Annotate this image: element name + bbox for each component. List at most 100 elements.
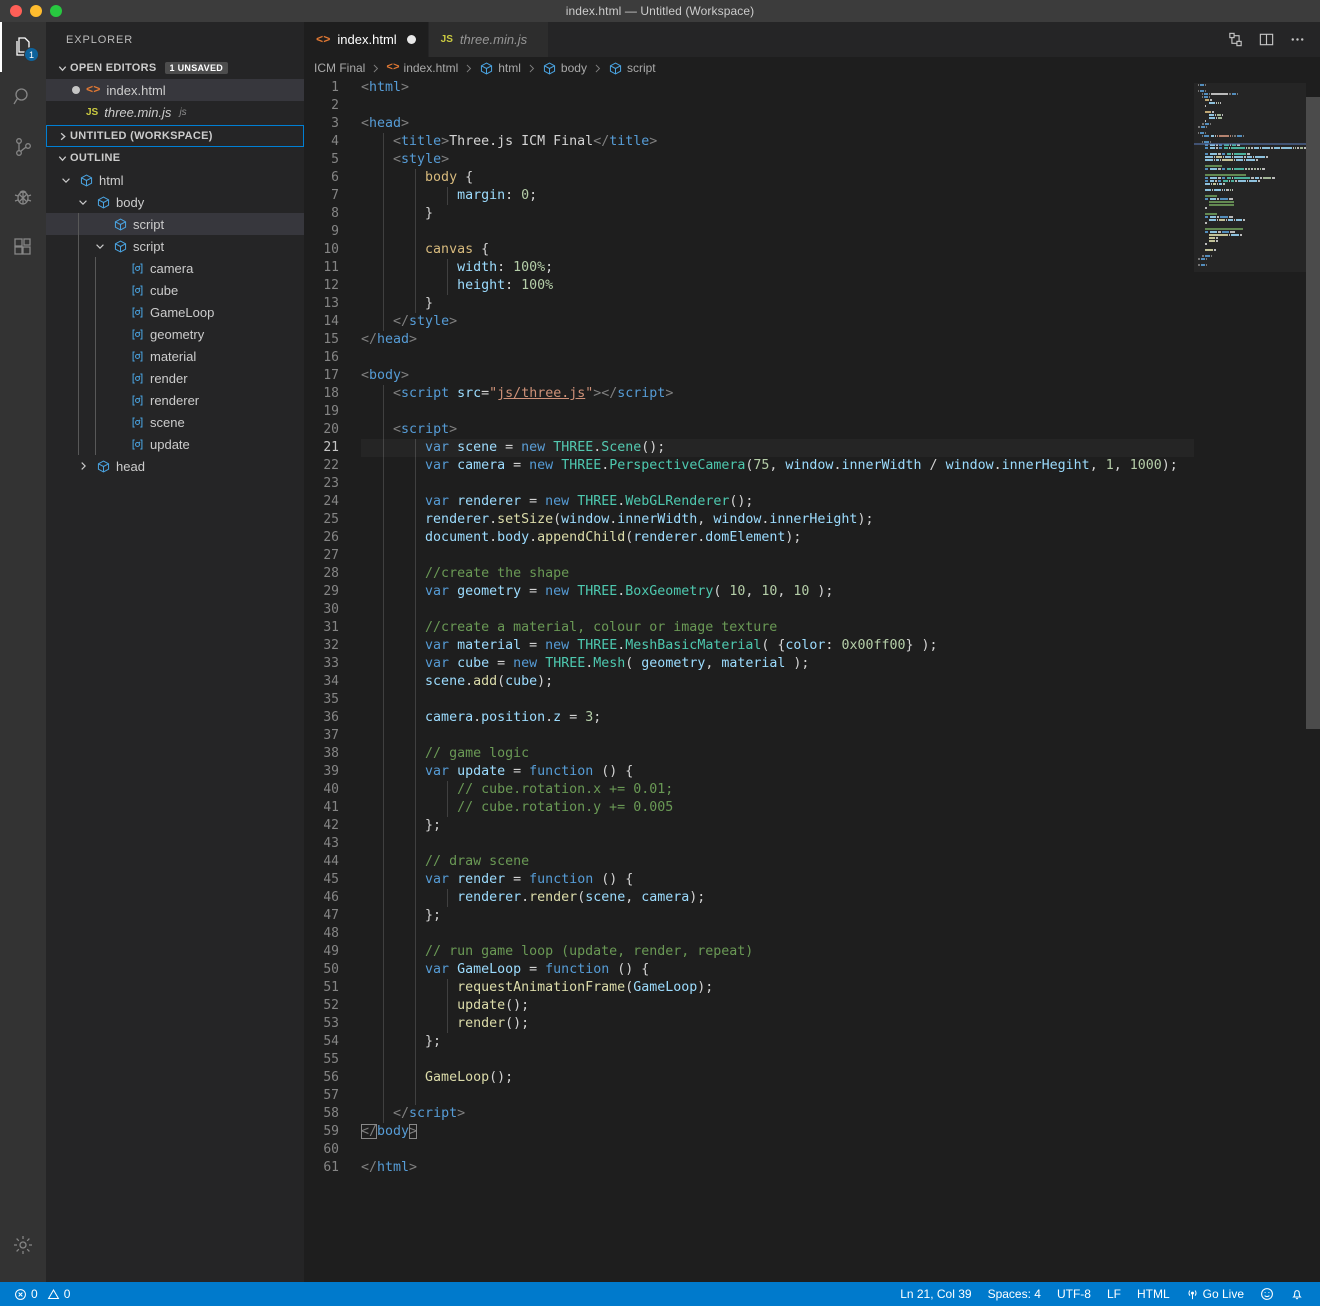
activity-search-icon[interactable] — [0, 72, 46, 122]
status-eol[interactable]: LF — [1099, 1282, 1129, 1306]
code-line[interactable]: 20 <script> — [304, 421, 1194, 439]
activity-extensions-icon[interactable] — [0, 222, 46, 272]
scrollbar-thumb[interactable] — [1306, 97, 1320, 729]
code-line[interactable]: 44 // draw scene — [304, 853, 1194, 871]
activity-manage-gear-icon[interactable] — [0, 1220, 46, 1270]
tab-three-min-js[interactable]: JS three.min.js — [428, 22, 549, 57]
code-line[interactable]: 3 <head> — [304, 115, 1194, 133]
breadcrumb-item-body[interactable]: body — [542, 61, 587, 76]
activity-run-debug-icon[interactable] — [0, 172, 46, 222]
outline-item-cube[interactable]: cube — [46, 279, 304, 301]
code-line[interactable]: 18 <script src="js/three.js"></script> — [304, 385, 1194, 403]
activity-source-control-icon[interactable] — [0, 122, 46, 172]
editor-vertical-scrollbar[interactable] — [1306, 79, 1320, 1282]
code-line[interactable]: 40 // cube.rotation.x += 0.01; — [304, 781, 1194, 799]
code-line[interactable]: 25 renderer.setSize(window.innerWidth, w… — [304, 511, 1194, 529]
status-go-live[interactable]: Go Live — [1178, 1282, 1252, 1306]
code-line[interactable]: 8 } — [304, 205, 1194, 223]
breadcrumb-item-html[interactable]: html — [479, 61, 521, 76]
code-line[interactable]: 11 width: 100%; — [304, 259, 1194, 277]
code-line[interactable]: 32 var material = new THREE.MeshBasicMat… — [304, 637, 1194, 655]
code-line[interactable]: 51 requestAnimationFrame(GameLoop); — [304, 979, 1194, 997]
outline-item-head[interactable]: head — [46, 455, 304, 477]
code-line[interactable]: 53 render(); — [304, 1015, 1194, 1033]
code-line[interactable]: 1 <html> — [304, 79, 1194, 97]
code-line[interactable]: 10 canvas { — [304, 241, 1194, 259]
code-line[interactable]: 6 body { — [304, 169, 1194, 187]
code-line[interactable]: 14 </style> — [304, 313, 1194, 331]
open-preview-icon[interactable] — [1227, 31, 1244, 48]
outline-item-geometry[interactable]: geometry — [46, 323, 304, 345]
code-line[interactable]: 37 — [304, 727, 1194, 745]
code-line[interactable]: 29 var geometry = new THREE.BoxGeometry(… — [304, 583, 1194, 601]
more-actions-icon[interactable] — [1289, 31, 1306, 48]
code-line[interactable]: 60 — [304, 1141, 1194, 1159]
code-line[interactable]: 2 — [304, 97, 1194, 115]
code-line[interactable]: 13 } — [304, 295, 1194, 313]
chevron-down-icon[interactable] — [93, 240, 107, 252]
minimap-slider[interactable] — [1194, 83, 1306, 272]
outline-item-material[interactable]: material — [46, 345, 304, 367]
minimap[interactable] — [1194, 79, 1306, 1282]
chevron-right-icon[interactable] — [76, 460, 90, 472]
open-editor-item-index-html[interactable]: <> index.html — [46, 79, 304, 101]
code-line[interactable]: 56 GameLoop(); — [304, 1069, 1194, 1087]
activity-explorer-icon[interactable]: 1 — [0, 22, 46, 72]
status-encoding[interactable]: UTF-8 — [1049, 1282, 1099, 1306]
code-line[interactable]: 9 — [304, 223, 1194, 241]
code-line[interactable]: 61 </html> — [304, 1159, 1194, 1177]
code-line[interactable]: 48 — [304, 925, 1194, 943]
code-line[interactable]: 31 //create a material, colour or image … — [304, 619, 1194, 637]
code-line[interactable]: 28 //create the shape — [304, 565, 1194, 583]
code-line[interactable]: 21 var scene = new THREE.Scene(); — [304, 439, 1194, 457]
code-line[interactable]: 42 }; — [304, 817, 1194, 835]
code-line[interactable]: 26 document.body.appendChild(renderer.do… — [304, 529, 1194, 547]
code-line[interactable]: 38 // game logic — [304, 745, 1194, 763]
code-line[interactable]: 43 — [304, 835, 1194, 853]
code-line[interactable]: 55 — [304, 1051, 1194, 1069]
code-line[interactable]: 24 var renderer = new THREE.WebGLRendere… — [304, 493, 1194, 511]
status-feedback-smiley-icon[interactable] — [1252, 1282, 1282, 1306]
outline-item-renderer[interactable]: renderer — [46, 389, 304, 411]
outline-item-body[interactable]: body — [46, 191, 304, 213]
outline-item-update[interactable]: update — [46, 433, 304, 455]
breadcrumb-item-script[interactable]: script — [608, 61, 656, 76]
split-editor-icon[interactable] — [1258, 31, 1275, 48]
code-line[interactable]: 50 var GameLoop = function () { — [304, 961, 1194, 979]
status-indentation[interactable]: Spaces: 4 — [980, 1282, 1049, 1306]
code-line[interactable]: 34 scene.add(cube); — [304, 673, 1194, 691]
code-viewport[interactable]: 1 <html> 2 3 <head> 4 <title>Three.js ICM Fin… — [304, 79, 1194, 1282]
code-line[interactable]: 7 margin: 0; — [304, 187, 1194, 205]
section-outline[interactable]: OUTLINE — [46, 147, 304, 169]
code-line[interactable]: 5 <style> — [304, 151, 1194, 169]
breadcrumb-item-icm-final[interactable]: ICM Final — [314, 61, 365, 75]
code-line[interactable]: 35 — [304, 691, 1194, 709]
code-line[interactable]: 47 }; — [304, 907, 1194, 925]
code-line[interactable]: 33 var cube = new THREE.Mesh( geometry, … — [304, 655, 1194, 673]
code-line[interactable]: 57 — [304, 1087, 1194, 1105]
code-line[interactable]: 30 — [304, 601, 1194, 619]
status-notifications-bell-icon[interactable] — [1282, 1282, 1312, 1306]
code-line[interactable]: 4 <title>Three.js ICM Final</title> — [304, 133, 1194, 151]
chevron-down-icon[interactable] — [76, 196, 90, 208]
outline-item-render[interactable]: render — [46, 367, 304, 389]
code-line[interactable]: 45 var render = function () { — [304, 871, 1194, 889]
status-problems[interactable]: 0 0 — [6, 1282, 78, 1306]
outline-item-camera[interactable]: camera — [46, 257, 304, 279]
code-line[interactable]: 16 — [304, 349, 1194, 367]
code-line[interactable]: 52 update(); — [304, 997, 1194, 1015]
outline-item-scene[interactable]: scene — [46, 411, 304, 433]
code-line[interactable]: 41 // cube.rotation.y += 0.005 — [304, 799, 1194, 817]
code-line[interactable]: 54 }; — [304, 1033, 1194, 1051]
code-line[interactable]: 59 </body> — [304, 1123, 1194, 1141]
tab-index-html[interactable]: <> index.html — [304, 22, 429, 57]
status-language-mode[interactable]: HTML — [1129, 1282, 1178, 1306]
open-editor-item-three-min-js[interactable]: JS three.min.js js — [46, 101, 304, 123]
section-open-editors[interactable]: OPEN EDITORS 1 UNSAVED — [46, 57, 304, 79]
chevron-down-icon[interactable] — [59, 174, 73, 186]
code-line[interactable]: 27 — [304, 547, 1194, 565]
code-line[interactable]: 46 renderer.render(scene, camera); — [304, 889, 1194, 907]
outline-item-script[interactable]: script — [46, 213, 304, 235]
status-cursor-position[interactable]: Ln 21, Col 39 — [892, 1282, 979, 1306]
code-line[interactable]: 49 // run game loop (update, render, rep… — [304, 943, 1194, 961]
